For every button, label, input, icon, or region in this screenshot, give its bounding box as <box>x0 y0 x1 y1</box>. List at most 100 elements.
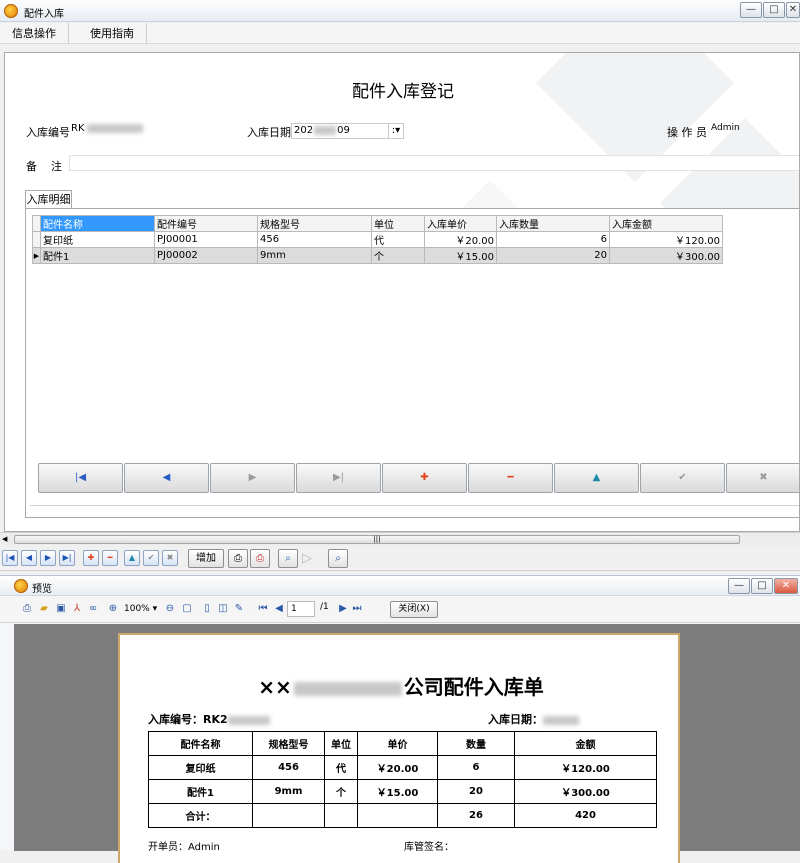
preview-minimize-button[interactable]: — <box>728 578 750 594</box>
fit-page-icon[interactable]: ▢ <box>180 602 194 616</box>
table-row[interactable]: 复印纸 PJ00001 456 代 ￥20.00 6 ￥120.00 <box>32 231 723 248</box>
grid-col-qty[interactable]: 入库数量 <box>496 215 610 232</box>
delete-record-icon[interactable]: ━ <box>102 550 118 566</box>
zoom-select[interactable]: 100% ▾ <box>124 602 160 616</box>
cell-spec[interactable]: 456 <box>257 231 372 248</box>
prev-record-icon[interactable]: ◀ <box>21 550 37 566</box>
up-triangle-icon: ▲ <box>592 472 601 483</box>
add-button[interactable]: ✚ <box>382 463 467 493</box>
edit-button[interactable]: ▲ <box>554 463 639 493</box>
grid-col-price[interactable]: 入库单价 <box>424 215 497 232</box>
edit-record-icon[interactable]: ▲ <box>124 550 140 566</box>
preview-maximize-button[interactable]: □ <box>751 578 773 594</box>
cell-price[interactable]: ￥20.00 <box>424 231 497 248</box>
cell-qty[interactable]: 6 <box>496 231 610 248</box>
preview-app-icon <box>14 579 28 593</box>
cell-name[interactable]: 复印纸 <box>40 231 155 248</box>
grid-col-code[interactable]: 配件编号 <box>154 215 258 232</box>
nav-next-button[interactable]: ▶ <box>210 463 295 493</box>
report-order-no: 入库编号：RK2 <box>148 711 270 727</box>
operator-label: 操 作 员 <box>667 126 707 139</box>
next-page-icon[interactable]: ▶ <box>336 602 350 616</box>
preview-close-button[interactable]: ✕ <box>774 578 798 594</box>
grid-col-spec[interactable]: 规格型号 <box>257 215 372 232</box>
horizontal-scrollbar[interactable]: ◀ ||| <box>0 532 800 545</box>
cell-code[interactable]: PJ00002 <box>154 247 258 264</box>
grid-col-amount[interactable]: 入库金额 <box>609 215 723 232</box>
print-preview-icon[interactable]: ⌕ <box>278 549 298 568</box>
maximize-button[interactable]: □ <box>763 2 785 18</box>
app-icon <box>4 4 18 18</box>
minimize-button[interactable]: — <box>740 2 762 18</box>
redacted-mark <box>314 125 337 135</box>
order-no-field[interactable]: RK <box>71 123 181 134</box>
cell-qty[interactable]: 20 <box>496 247 610 264</box>
scroll-left-icon[interactable]: ◀ <box>2 535 7 543</box>
first-page-icon[interactable]: ⏮ <box>256 602 270 616</box>
nav-prev-button[interactable]: ◀ <box>124 463 209 493</box>
grid-col-name[interactable]: 配件名称 <box>40 215 155 232</box>
cell-unit[interactable]: 代 <box>371 231 425 248</box>
last-page-icon[interactable]: ⏭ <box>350 602 364 616</box>
cancel-button[interactable]: ✖ <box>726 463 799 493</box>
nav-first-button[interactable]: |◀ <box>38 463 123 493</box>
report-creator: 开单员：Admin <box>148 842 220 853</box>
report-cell: 复印纸 <box>148 755 253 780</box>
remark-input[interactable] <box>69 155 799 171</box>
post-record-icon[interactable]: ✔ <box>143 550 159 566</box>
report-total-qty: 26 <box>437 803 515 828</box>
save-icon[interactable]: ▣ <box>54 602 68 616</box>
cell-price[interactable]: ￥15.00 <box>424 247 497 264</box>
table-row[interactable]: ▶ 配件1 PJ00002 9mm 个 ￥15.00 20 ￥300.00 <box>32 247 723 264</box>
remark-label: 备 注 <box>26 160 62 173</box>
open-folder-icon[interactable]: ▰ <box>37 602 51 616</box>
page-number-input[interactable]: 1 <box>287 601 315 617</box>
cell-amount[interactable]: ￥120.00 <box>609 231 723 248</box>
design-preview-icon[interactable]: ⌕ <box>328 549 348 568</box>
pdf-icon[interactable]: ⅄ <box>70 602 84 616</box>
grid-header-row: 配件名称 配件编号 规格型号 单位 入库单价 入库数量 入库金额 <box>32 215 723 232</box>
next-record-icon[interactable]: ▶ <box>40 550 56 566</box>
two-pages-icon[interactable]: ◫ <box>216 602 230 616</box>
close-preview-button[interactable]: 关闭(X) <box>390 601 438 618</box>
cell-unit[interactable]: 个 <box>371 247 425 264</box>
redacted-mark <box>227 715 270 725</box>
first-record-icon[interactable]: |◀ <box>2 550 18 566</box>
nav-last-button[interactable]: ▶| <box>296 463 381 493</box>
tab-entry-details[interactable]: 入库明细 <box>25 190 72 208</box>
print-setup-icon[interactable]: ⎙ <box>250 549 270 568</box>
add-record-icon[interactable]: ✚ <box>83 550 99 566</box>
close-button[interactable]: ✕ <box>786 2 800 18</box>
report-cell: ￥300.00 <box>514 779 657 804</box>
find-icon[interactable]: ∞ <box>86 602 100 616</box>
scrollbar-thumb[interactable]: ||| <box>14 535 740 544</box>
menu-guide[interactable]: 使用指南 <box>78 23 147 44</box>
delete-button[interactable]: ━ <box>468 463 553 493</box>
cancel-record-icon[interactable]: ✖ <box>162 550 178 566</box>
print-icon[interactable]: ⎙ <box>228 549 248 568</box>
last-record-icon[interactable]: ▶| <box>59 550 75 566</box>
prev-page-icon[interactable]: ◀ <box>272 602 286 616</box>
grip-icon: ||| <box>373 535 381 543</box>
report-col-unit: 单位 <box>324 731 358 756</box>
zoom-out-icon[interactable]: ⊖ <box>163 602 177 616</box>
edit-page-icon[interactable]: ✎ <box>232 602 246 616</box>
report-cell: 456 <box>252 755 325 780</box>
redacted-mark <box>543 715 579 725</box>
print-icon[interactable]: ⎙ <box>20 602 34 616</box>
confirm-button[interactable]: ✔ <box>640 463 725 493</box>
menu-info-ops[interactable]: 信息操作 <box>0 23 69 44</box>
add-label-button[interactable]: 增加 <box>188 549 224 568</box>
report-title-suffix: 公司配件入库单 <box>403 675 544 699</box>
cell-spec[interactable]: 9mm <box>257 247 372 264</box>
grid-col-unit[interactable]: 单位 <box>371 215 425 232</box>
cell-code[interactable]: PJ00001 <box>154 231 258 248</box>
report-order-no-label: 入库编号：RK2 <box>148 713 228 726</box>
zoom-in-icon[interactable]: ⊕ <box>106 602 120 616</box>
cell-amount[interactable]: ￥300.00 <box>609 247 723 264</box>
date-dropdown-button[interactable]: :▾ <box>388 123 404 139</box>
cell-name[interactable]: 配件1 <box>40 247 155 264</box>
report-col-qty: 数量 <box>437 731 515 756</box>
date-field[interactable]: 202 09 <box>291 123 389 139</box>
single-page-icon[interactable]: ▯ <box>200 602 214 616</box>
